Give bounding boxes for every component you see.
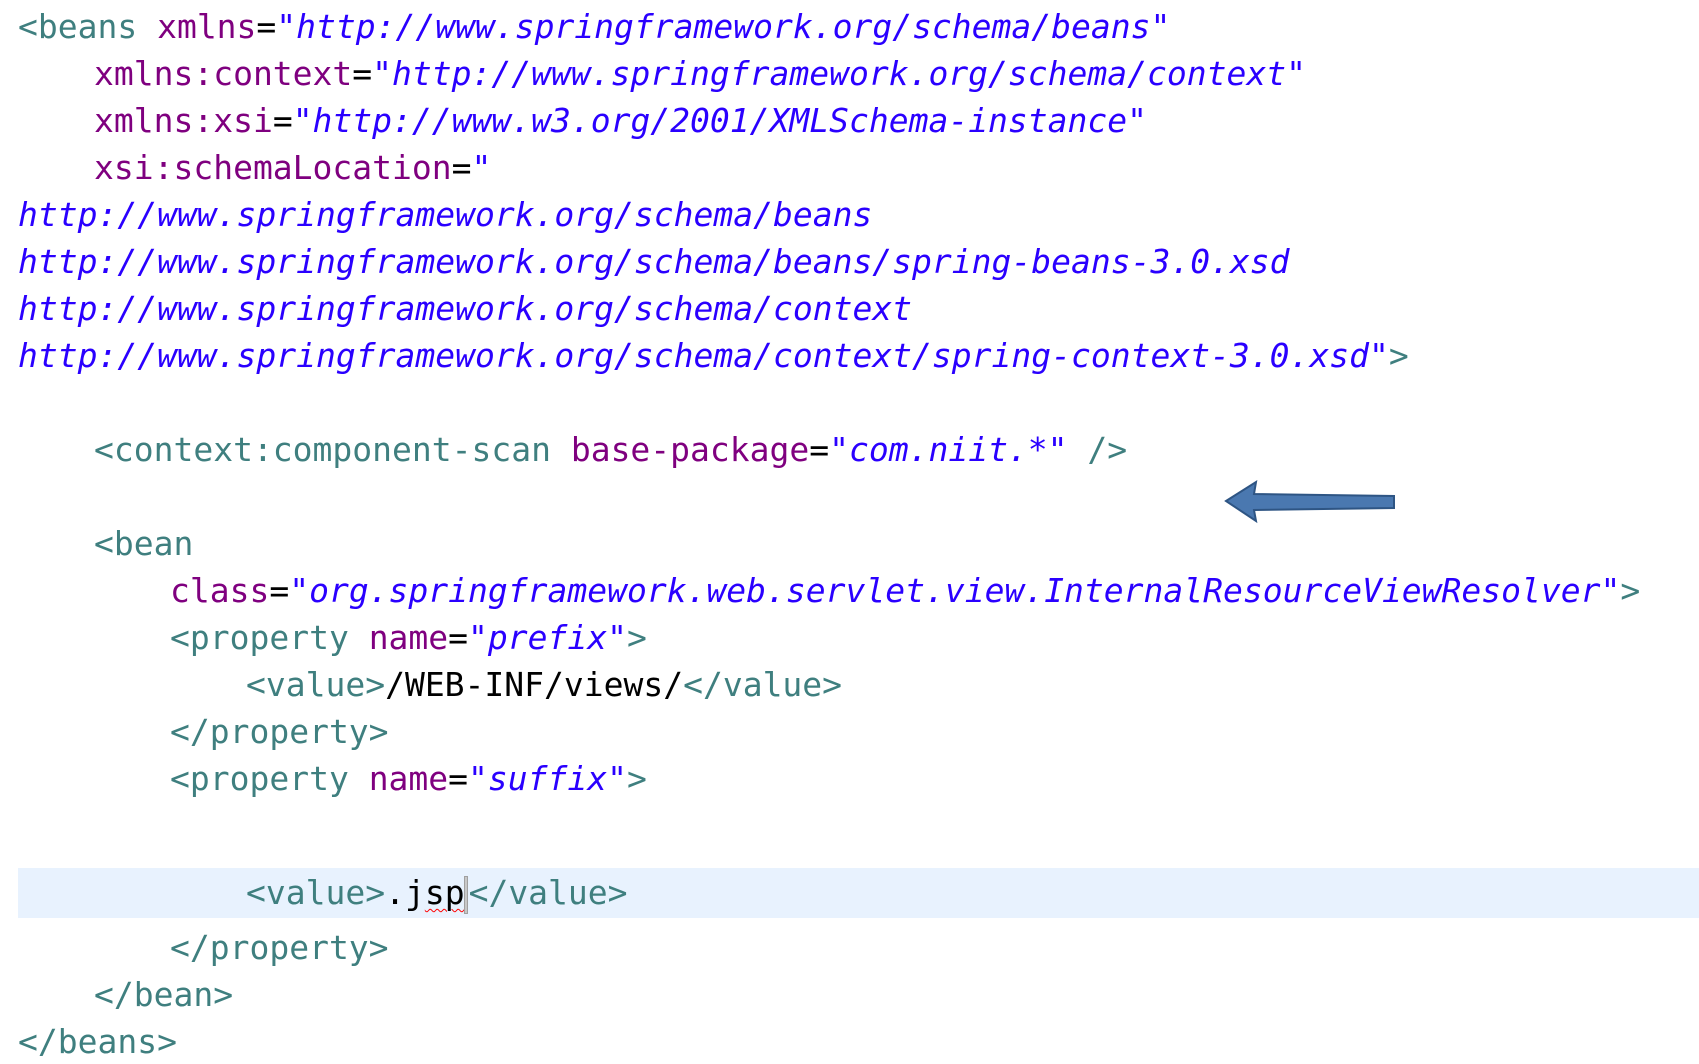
value-open-tag: <value> [246, 665, 386, 704]
code-line-5[interactable]: http://www.springframework.org/schema/be… [18, 193, 872, 237]
code-line-prefix-value[interactable]: <value>/WEB-INF/views/</value> [246, 663, 842, 707]
code-line-4[interactable]: xsi:schemaLocation=" [94, 146, 491, 190]
code-line-bean-close[interactable]: </bean> [94, 973, 233, 1017]
xmlns-context-attribute: xmlns:context [94, 54, 353, 93]
beans-tag-close: > [1388, 336, 1409, 375]
equals-sign: = [272, 101, 293, 140]
property-tag-close: > [627, 618, 647, 657]
property-open-tag: <property [170, 618, 369, 657]
code-line-1[interactable]: <beans xmlns="http://www.springframework… [18, 5, 1170, 49]
schema-location-open-quote: " [471, 148, 492, 187]
text-cursor [463, 875, 468, 914]
xmlns-attribute: xmlns [157, 7, 257, 46]
code-line-8[interactable]: http://www.springframework.org/schema/co… [18, 334, 1409, 378]
code-line-property-close[interactable]: </property> [170, 710, 389, 754]
name-attribute: name [368, 618, 449, 657]
self-close-tag: /> [1067, 430, 1128, 469]
code-line-bean-open[interactable]: <bean [94, 522, 193, 566]
schema-url-context: http://www.springframework.org/schema/co… [18, 289, 913, 328]
beans-close-tag: </beans> [18, 1022, 177, 1061]
equals-sign: = [269, 571, 290, 610]
suffix-name-value: "suffix" [468, 759, 627, 798]
code-line-bean-class[interactable]: class="org.springframework.web.servlet.v… [170, 569, 1640, 613]
xmlns-context-value: "http://www.springframework.org/schema/c… [372, 54, 1306, 93]
equals-sign: = [448, 618, 469, 657]
class-attribute: class [170, 571, 270, 610]
code-line-property-close-2[interactable]: </property> [170, 926, 389, 970]
suffix-text-start: .j [385, 873, 425, 912]
code-line-2[interactable]: xmlns:context="http://www.springframewor… [94, 52, 1306, 96]
value-close-tag: </value> [683, 665, 843, 704]
schema-location-attribute: xsi:schemaLocation [94, 148, 452, 187]
class-value: "org.springframework.web.servlet.view.In… [289, 571, 1621, 610]
base-package-value: "com.niit.*" [829, 430, 1068, 469]
arrow-shape [1224, 479, 1395, 524]
value-open-tag: <value> [246, 873, 386, 912]
suffix-text-spellcheck: sp [424, 873, 465, 912]
name-attribute: name [368, 759, 449, 798]
xmlns-xsi-attribute: xmlns:xsi [94, 101, 273, 140]
property-close-tag: </property> [170, 712, 389, 751]
component-scan-tag: <context:component-scan [94, 430, 571, 469]
property-close-tag: </property> [170, 928, 389, 967]
prefix-name-value: "prefix" [468, 618, 627, 657]
property-open-tag: <property [170, 759, 369, 798]
equals-sign: = [451, 148, 472, 187]
code-line-beans-close[interactable]: </beans> [18, 1020, 177, 1064]
equals-sign: = [256, 7, 277, 46]
code-line-property-suffix[interactable]: <property name="suffix"> [170, 757, 647, 801]
schema-url-beans-xsd: http://www.springframework.org/schema/be… [18, 242, 1290, 281]
schema-url-beans: http://www.springframework.org/schema/be… [18, 195, 873, 234]
value-close-tag: </value> [468, 873, 628, 912]
xmlns-value: "http://www.springframework.org/schema/b… [276, 7, 1171, 46]
xmlns-xsi-value: "http://www.w3.org/2001/XMLSchema-instan… [292, 101, 1147, 140]
code-line-suffix-value[interactable]: <value>.jsp </value> [246, 871, 628, 915]
code-line-7[interactable]: http://www.springframework.org/schema/co… [18, 287, 912, 331]
code-line-component-scan[interactable]: <context:component-scan base-package="co… [94, 428, 1127, 472]
base-package-attribute: base-package [570, 430, 810, 469]
bean-close-tag: </bean> [94, 975, 234, 1014]
arrow-left-icon [1224, 479, 1395, 524]
equals-sign: = [448, 759, 469, 798]
beans-open-tag: <beans [18, 7, 158, 46]
bean-open-tag: <bean [94, 524, 194, 563]
bean-tag-close: > [1620, 571, 1641, 610]
code-line-property-prefix[interactable]: <property name="prefix"> [170, 616, 647, 660]
code-editor[interactable]: <beans xmlns="http://www.springframework… [0, 0, 1699, 1061]
code-line-3[interactable]: xmlns:xsi="http://www.w3.org/2001/XMLSch… [94, 99, 1147, 143]
prefix-text: /WEB-INF/views/ [385, 665, 684, 704]
equals-sign: = [352, 54, 373, 93]
code-line-6[interactable]: http://www.springframework.org/schema/be… [18, 240, 1290, 284]
equals-sign: = [809, 430, 830, 469]
property-tag-close: > [627, 759, 647, 798]
schema-url-context-xsd: http://www.springframework.org/schema/co… [18, 336, 1389, 375]
